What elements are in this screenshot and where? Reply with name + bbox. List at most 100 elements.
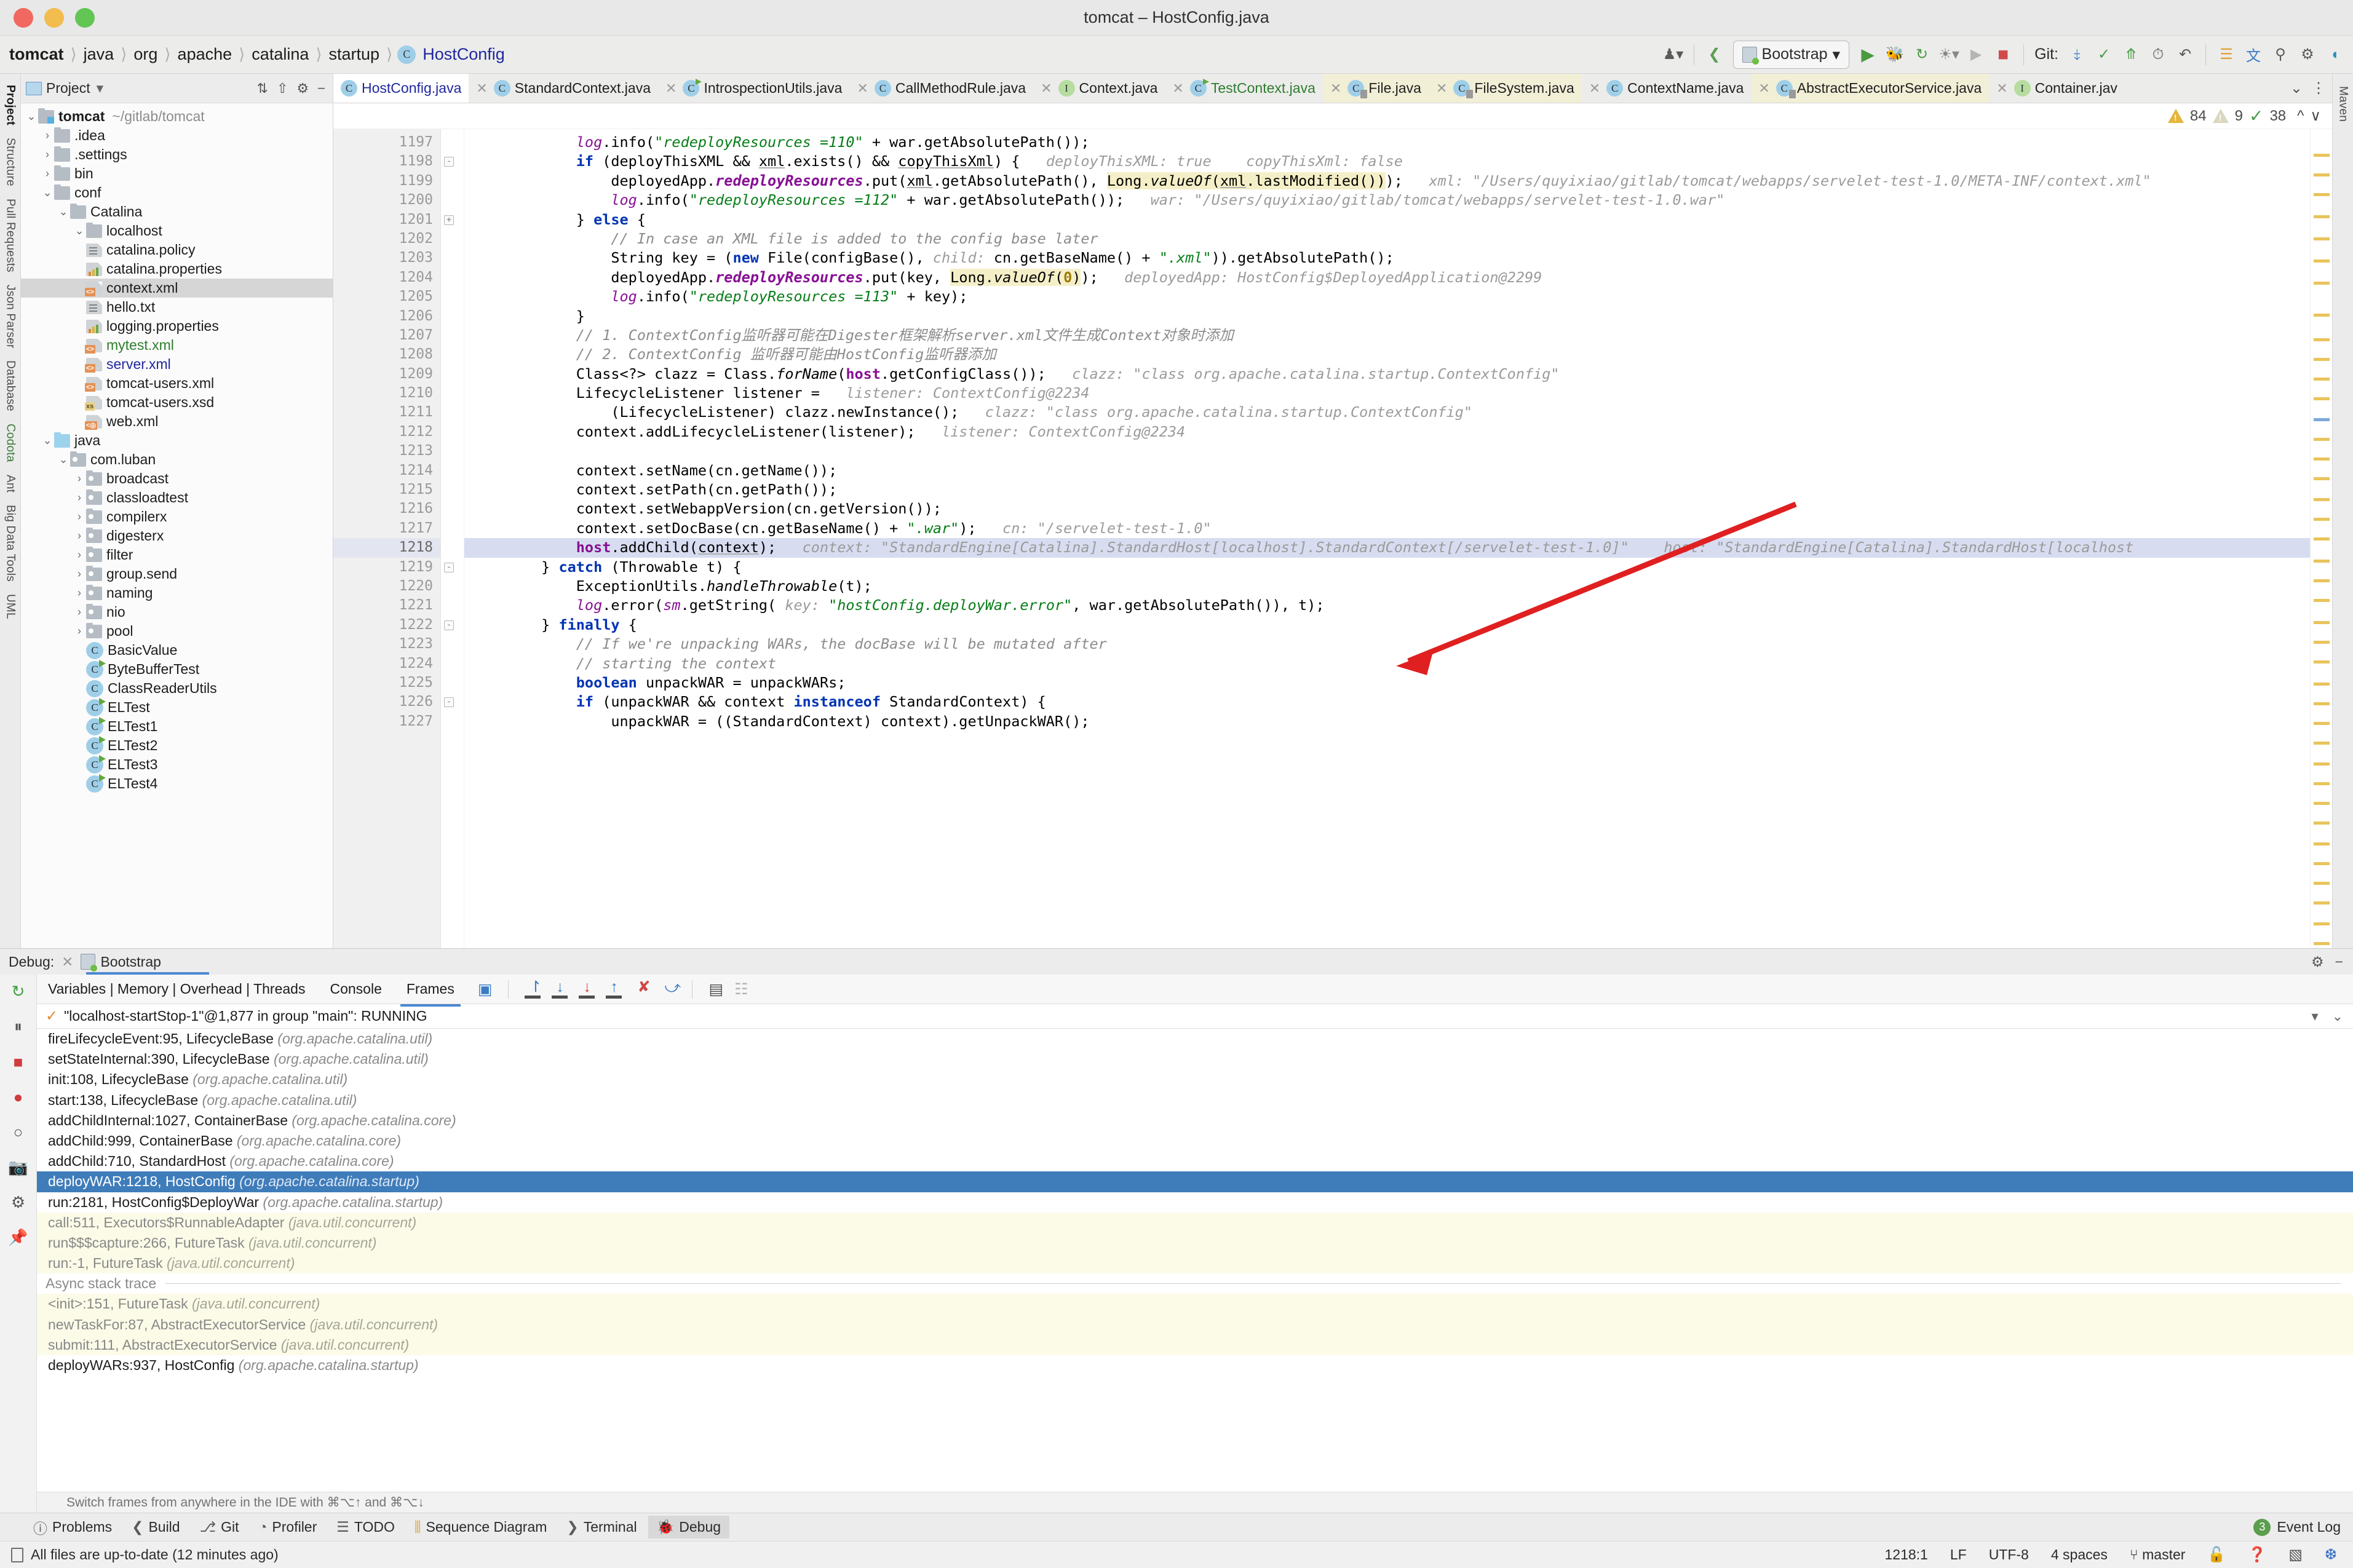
fold-toggle-icon[interactable]: +: [444, 215, 454, 225]
project-tree[interactable]: ⌄ tomcat ~/gitlab/tomcat › .idea › .settings › b…: [21, 103, 333, 948]
marker-stripe[interactable]: [2314, 498, 2330, 501]
sidebar-item-ant[interactable]: Ant: [2, 469, 18, 499]
tree-node[interactable]: C ELTest1: [21, 716, 333, 736]
update-project-icon[interactable]: ⤈: [2065, 41, 2089, 68]
mute-breakpoints-icon[interactable]: ○: [14, 1123, 23, 1142]
line-number[interactable]: 1199: [333, 172, 440, 191]
marker-stripe[interactable]: [2314, 660, 2330, 663]
tree-node[interactable]: › nio: [21, 603, 333, 622]
editor-tab-bar[interactable]: C HostConfig.java ✕ C StandardContext.java ✕ C…: [333, 74, 2332, 103]
code-line[interactable]: } catch (Throwable t) {: [464, 558, 2310, 577]
tab-console[interactable]: Console: [328, 978, 383, 1000]
fold-toggle-icon[interactable]: -: [444, 697, 454, 708]
sidebar-item-database[interactable]: Database: [2, 354, 18, 418]
breadcrumb-item-java[interactable]: java: [82, 45, 116, 64]
pin-icon[interactable]: 📌: [8, 1228, 28, 1247]
next-problem-icon[interactable]: ∨: [2310, 107, 2321, 125]
line-number[interactable]: 1202: [333, 229, 440, 248]
line-number[interactable]: 1213: [333, 441, 440, 461]
tool-window-bar[interactable]: ⓘ Problems ❮ Build ⎇ Git ◔ Profiler ☰ TODO ⫼ Sequen…: [0, 1513, 2353, 1541]
history-icon[interactable]: ⏱: [2146, 41, 2170, 68]
more-options-icon[interactable]: ⋮: [2311, 79, 2326, 97]
marker-stripe[interactable]: [2314, 438, 2330, 441]
expand-all-icon[interactable]: ⇅: [257, 81, 268, 97]
lock-icon[interactable]: 🔓: [2207, 1546, 2226, 1564]
code-line[interactable]: [464, 441, 2310, 461]
tree-node[interactable]: › filter: [21, 545, 333, 564]
settings-icon[interactable]: ⚙: [296, 81, 309, 97]
coverage-icon[interactable]: ☀▾: [1937, 41, 1961, 68]
tree-node[interactable]: › group.send: [21, 564, 333, 584]
tool-window-button[interactable]: 🐞 Debug: [648, 1516, 730, 1538]
stack-frame-row[interactable]: fireLifecycleEvent:95, LifecycleBase (or…: [37, 1029, 2353, 1049]
stack-frame-row[interactable]: call:511, Executors$RunnableAdapter (jav…: [37, 1212, 2353, 1233]
thread-dump-icon[interactable]: ☷: [734, 980, 748, 999]
file-encoding[interactable]: UTF-8: [1989, 1546, 2029, 1563]
run-icon[interactable]: ▶: [1855, 41, 1880, 68]
debug-session-name[interactable]: Bootstrap: [100, 954, 161, 970]
close-icon[interactable]: ✕: [665, 81, 677, 97]
drop-frame-icon[interactable]: ✘: [633, 979, 650, 999]
line-number[interactable]: 1215: [333, 480, 440, 499]
settings-icon[interactable]: ⚙: [2311, 954, 2324, 970]
line-number[interactable]: 1220: [333, 577, 440, 596]
marker-stripe[interactable]: [2314, 942, 2330, 945]
fold-toggle-icon[interactable]: -: [444, 157, 454, 167]
tree-node[interactable]: <> mytest.xml: [21, 336, 333, 355]
indent-setting[interactable]: 4 spaces: [2051, 1546, 2108, 1563]
sidebar-item-maven[interactable]: Maven: [2335, 80, 2351, 128]
code-line[interactable]: deployedApp.redeployResources.put(key, L…: [464, 268, 2310, 287]
marker-stripe[interactable]: [2314, 882, 2330, 885]
code-line[interactable]: unpackWAR = ((StandardContext) context).…: [464, 712, 2310, 731]
marker-stripe[interactable]: [2314, 702, 2330, 705]
tree-node[interactable]: C ELTest3: [21, 754, 333, 774]
code-line[interactable]: String key = (new File(configBase(), chi…: [464, 248, 2310, 267]
chevron-right-icon[interactable]: ›: [73, 568, 86, 580]
tool-window-button[interactable]: ⎇ Git: [191, 1516, 248, 1538]
fold-gutter[interactable]: [441, 129, 464, 948]
editor-tab[interactable]: C HostConfig.java: [333, 74, 469, 103]
hide-panel-icon[interactable]: −: [317, 81, 325, 97]
code-line[interactable]: Class<?> clazz = Class.forName(host.getC…: [464, 365, 2310, 384]
code-line[interactable]: log.error(sm.getString( key: "hostConfig…: [464, 596, 2310, 615]
event-log-area[interactable]: 3 Event Log: [2253, 1518, 2353, 1536]
tree-node[interactable]: <> tomcat-users.xml: [21, 374, 333, 393]
close-icon[interactable]: ✕: [1589, 81, 1600, 97]
marker-stripe[interactable]: [2314, 922, 2330, 925]
line-number[interactable]: 1223: [333, 635, 440, 654]
run-with-profiler-icon[interactable]: ▶: [1964, 41, 1988, 68]
code-line[interactable]: (LifecycleListener) clazz.newInstance();…: [464, 403, 2310, 422]
close-icon[interactable]: ✕: [1996, 81, 2007, 97]
tool-window-button[interactable]: ☰ TODO: [328, 1516, 403, 1538]
stack-frame-row[interactable]: deployWARs:937, HostConfig (org.apache.c…: [37, 1355, 2353, 1376]
close-icon[interactable]: ✕: [1330, 81, 1341, 97]
collapse-all-icon[interactable]: ⇧: [277, 81, 288, 97]
marker-stripe[interactable]: [2314, 762, 2330, 766]
line-separator[interactable]: LF: [1950, 1546, 1967, 1563]
code-line[interactable]: } else {: [464, 210, 2310, 229]
line-number[interactable]: 1225: [333, 673, 440, 692]
close-icon[interactable]: ✕: [1041, 81, 1052, 97]
stack-frame-row[interactable]: deployWAR:1218, HostConfig (org.apache.c…: [37, 1171, 2353, 1192]
marker-stripe[interactable]: [2314, 378, 2330, 381]
line-number[interactable]: 1219-: [333, 558, 454, 577]
tree-node[interactable]: hello.txt: [21, 298, 333, 317]
editor-tab[interactable]: ✕ C TestContext.java: [1165, 74, 1322, 103]
code-line[interactable]: // 1. ContextConfig监听器可能在Digester框架解析ser…: [464, 326, 2310, 345]
run-to-cursor-icon[interactable]: ⤻: [660, 979, 681, 999]
rerun-icon[interactable]: ↻: [12, 982, 25, 1001]
previous-problem-icon[interactable]: ^: [2297, 108, 2304, 125]
tree-node[interactable]: C ByteBufferTest: [21, 659, 333, 679]
breadcrumb-item-startup[interactable]: startup: [327, 45, 382, 64]
close-icon[interactable]: ✕: [1436, 81, 1447, 97]
chevron-down-icon[interactable]: ⌄: [25, 110, 38, 123]
chevron-right-icon[interactable]: ›: [41, 148, 54, 161]
code-line[interactable]: log.info("redeployResources =112" + war.…: [464, 191, 2310, 210]
editor-tab[interactable]: ✕ C IntrospectionUtils.java: [658, 74, 849, 103]
marker-stripe[interactable]: [2314, 862, 2330, 865]
line-number[interactable]: 1200: [333, 191, 440, 210]
close-icon[interactable]: ✕: [857, 81, 868, 97]
breadcrumb-item-org[interactable]: org: [132, 45, 159, 64]
close-icon[interactable]: ✕: [1758, 81, 1769, 97]
run-configuration-selector[interactable]: Bootstrap ▾: [1732, 40, 1850, 69]
